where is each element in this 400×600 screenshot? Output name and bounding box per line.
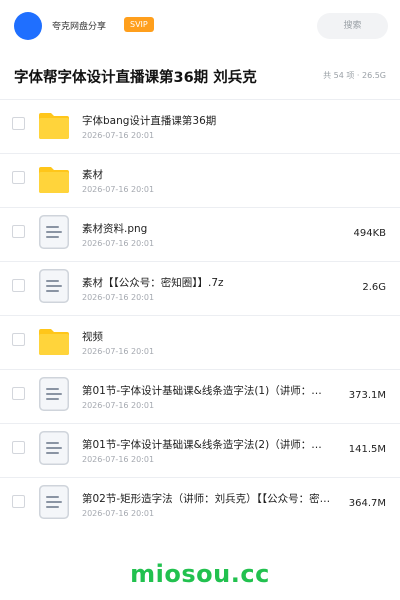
file-name[interactable]: 素材 (82, 167, 332, 182)
search-button[interactable]: 搜索 (317, 13, 388, 39)
file-size: 2.6G (362, 282, 386, 293)
folder-header: 字体帮字体设计直播课第36期 刘兵克 共 54 项 · 26.5G (0, 52, 400, 100)
page-title: 字体帮字体设计直播课第36期 刘兵克 (14, 70, 257, 86)
file-name[interactable]: 第01节-字体设计基础课&线条造字法(2)（讲师：刘兵克） (82, 437, 332, 452)
file-date: 2026-07-16 20:01 (82, 509, 155, 518)
file-row[interactable]: 字体bang设计直播课第36期 2026-07-16 20:01 (0, 100, 400, 154)
file-document-icon (39, 215, 69, 249)
file-row[interactable]: 素材资料.png 2026-07-16 20:01 494KB (0, 208, 400, 262)
select-checkbox[interactable] (12, 279, 25, 292)
file-date: 2026-07-16 20:01 (82, 185, 155, 194)
file-date: 2026-07-16 20:01 (82, 239, 155, 248)
file-date: 2026-07-16 20:01 (82, 347, 155, 356)
file-size: 141.5M (348, 444, 386, 455)
svip-badge: SVIP (124, 17, 154, 32)
file-name[interactable]: 视频 (82, 329, 332, 344)
top-bar: 夸克网盘分享 SVIP 搜索 (0, 0, 400, 52)
file-row[interactable]: 素材 2026-07-16 20:01 (0, 154, 400, 208)
file-date: 2026-07-16 20:01 (82, 455, 155, 464)
folder-icon (39, 107, 69, 141)
share-owner-name: 夸克网盘分享 (52, 22, 107, 32)
file-size: 364.7M (348, 498, 386, 509)
select-checkbox[interactable] (12, 441, 25, 454)
select-checkbox[interactable] (12, 387, 25, 400)
file-name[interactable]: 素材【【公众号：密知圈】】.7z (82, 275, 332, 290)
file-row[interactable]: 视频 2026-07-16 20:01 (0, 316, 400, 370)
file-name[interactable]: 第01节-字体设计基础课&线条造字法(1)（讲师：刘兵克） (82, 383, 332, 398)
file-document-icon (39, 377, 69, 411)
avatar[interactable] (14, 12, 42, 40)
file-row[interactable]: 素材【【公众号：密知圈】】.7z 2026-07-16 20:01 2.6G (0, 262, 400, 316)
footer: miosou.cc (0, 548, 400, 600)
file-size: 373.1M (348, 390, 386, 401)
file-document-icon (39, 485, 69, 519)
file-size: 494KB (353, 228, 386, 239)
file-date: 2026-07-16 20:01 (82, 131, 155, 140)
file-row[interactable]: 第01节-字体设计基础课&线条造字法(1)（讲师：刘兵克） 2026-07-16 … (0, 370, 400, 424)
file-row[interactable]: 第02节-矩形造字法（讲师：刘兵克）【【公众号：密知圈】】 2026-07-16 … (0, 478, 400, 526)
select-checkbox[interactable] (12, 117, 25, 130)
file-name[interactable]: 第02节-矩形造字法（讲师：刘兵克）【【公众号：密知圈】】 (82, 491, 332, 506)
file-date: 2026-07-16 20:01 (82, 401, 155, 410)
folder-icon (39, 323, 69, 357)
file-row[interactable]: 第01节-字体设计基础课&线条造字法(2)（讲师：刘兵克） 2026-07-16 … (0, 424, 400, 478)
select-checkbox[interactable] (12, 171, 25, 184)
file-list: 字体bang设计直播课第36期 2026-07-16 20:01 素材 2026-07… (0, 100, 400, 526)
select-checkbox[interactable] (12, 225, 25, 238)
file-name[interactable]: 字体bang设计直播课第36期 (82, 113, 332, 128)
file-name[interactable]: 素材资料.png (82, 221, 332, 236)
file-date: 2026-07-16 20:01 (82, 293, 155, 302)
select-checkbox[interactable] (12, 495, 25, 508)
folder-icon (39, 161, 69, 195)
file-document-icon (39, 269, 69, 303)
folder-summary: 共 54 项 · 26.5G (323, 71, 386, 80)
file-document-icon (39, 431, 69, 465)
watermark-text: miosou.cc (130, 560, 270, 588)
select-checkbox[interactable] (12, 333, 25, 346)
